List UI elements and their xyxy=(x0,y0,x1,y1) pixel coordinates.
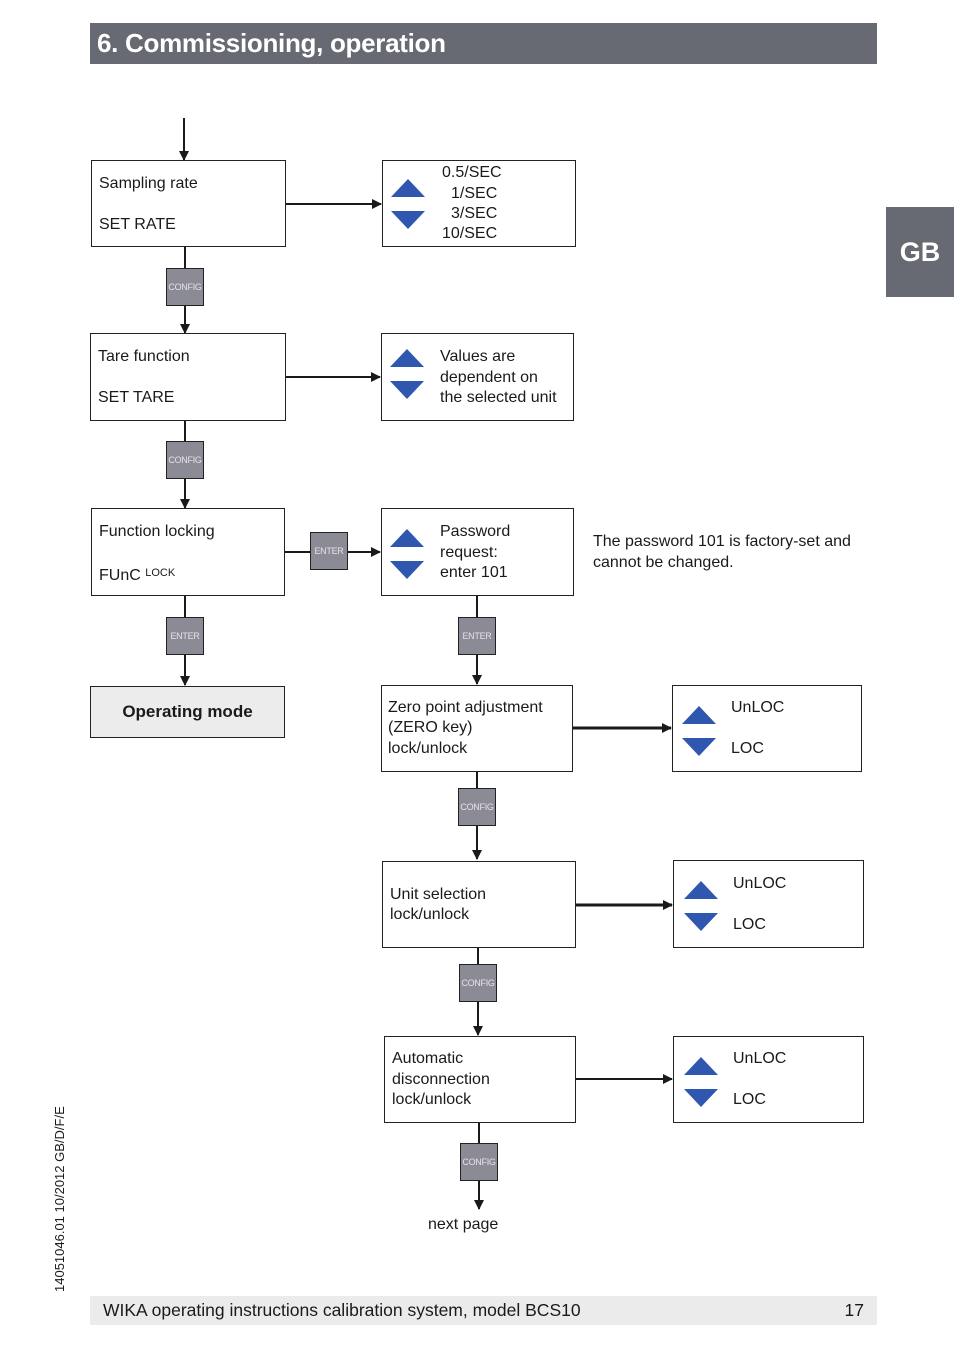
next-page-label: next page xyxy=(428,1216,499,1233)
auto-disconnect-options-box: UnLOC LOC xyxy=(673,1036,864,1123)
document-reference: 14051046.01 10/2012 GB/D/F/E xyxy=(52,1106,67,1292)
password-note: The password 101 is factory-set and cann… xyxy=(593,532,851,573)
zero-point-box: Zero point adjustment (ZERO key) lock/un… xyxy=(381,685,573,772)
tare-values-line: Values are xyxy=(440,348,516,365)
tare-function-box: Tare function SET TARE xyxy=(90,333,286,421)
arrow-down-icon xyxy=(684,913,718,931)
enter-key: ENTER xyxy=(458,617,496,655)
config-key: CONFIG xyxy=(459,964,497,1002)
function-locking-code: FUnC LOCK xyxy=(99,563,175,587)
config-key: CONFIG xyxy=(166,441,204,479)
arrow-up-icon xyxy=(682,706,716,724)
sampling-rate-box: Sampling rate SET RATE xyxy=(91,160,286,247)
tare-function-code: SET TARE xyxy=(98,389,175,406)
arrow-down-icon xyxy=(391,211,425,229)
arrow-up-icon xyxy=(391,179,425,197)
enter-key: ENTER xyxy=(166,617,204,655)
sampling-rate-label: Sampling rate xyxy=(99,175,198,192)
zero-point-line: Zero point adjustment xyxy=(388,699,543,716)
unit-selection-line: Unit selection xyxy=(390,886,487,903)
password-line: Password xyxy=(440,523,511,540)
page-number: 17 xyxy=(844,1300,864,1320)
password-note-line: cannot be changed. xyxy=(593,553,734,571)
arrow-down-icon xyxy=(684,1089,718,1107)
unlock-option: UnLOC xyxy=(733,1050,787,1067)
auto-disconnect-line: Automatic xyxy=(392,1050,464,1067)
password-line: request: xyxy=(440,544,498,561)
password-line: enter 101 xyxy=(440,564,508,581)
arrow-up-icon xyxy=(684,881,718,899)
unlock-option: UnLOC xyxy=(731,699,785,716)
option-item: 3/SEC xyxy=(451,205,498,222)
arrow-down-icon xyxy=(682,738,716,756)
option-item: 0.5/SEC xyxy=(442,164,502,181)
arrow-up-icon xyxy=(390,529,424,547)
tare-values-box: Values are dependent on the selected uni… xyxy=(381,333,574,421)
function-locking-label: Function locking xyxy=(99,523,215,540)
lock-option: LOC xyxy=(731,740,764,757)
zero-point-options-box: UnLOC LOC xyxy=(672,685,862,772)
sampling-rate-code: SET RATE xyxy=(99,216,176,233)
enter-key: ENTER xyxy=(310,532,348,570)
password-request-box: Password request: enter 101 xyxy=(381,508,574,596)
zero-point-line: lock/unlock xyxy=(388,740,468,757)
password-note-line: The password 101 is factory-set and xyxy=(593,533,851,550)
arrow-up-icon xyxy=(684,1057,718,1075)
option-item: 1/SEC xyxy=(451,185,498,202)
option-item: 10/SEC xyxy=(442,225,498,242)
unit-selection-line: lock/unlock xyxy=(390,906,470,923)
tare-values-line: the selected unit xyxy=(440,389,557,406)
lock-option: LOC xyxy=(733,1091,766,1108)
func-code-sup: LOCK xyxy=(145,567,176,579)
function-locking-box: Function locking FUnC LOCK xyxy=(91,508,285,596)
auto-disconnect-line: lock/unlock xyxy=(392,1091,472,1108)
config-key: CONFIG xyxy=(460,1143,498,1181)
tare-function-label: Tare function xyxy=(98,348,190,365)
unit-selection-options-box: UnLOC LOC xyxy=(673,860,864,948)
func-code-main: FUnC xyxy=(99,567,141,584)
arrow-up-icon xyxy=(390,349,424,367)
operating-mode-box: Operating mode xyxy=(90,686,285,738)
config-key: CONFIG xyxy=(166,268,204,306)
arrow-down-icon xyxy=(390,561,424,579)
lock-option: LOC xyxy=(733,916,766,933)
zero-point-line: (ZERO key) xyxy=(388,719,473,736)
config-key: CONFIG xyxy=(458,788,496,826)
tare-values-line: dependent on xyxy=(440,369,538,386)
unit-selection-box: Unit selection lock/unlock xyxy=(382,861,576,948)
footer-text: WIKA operating instructions calibration … xyxy=(103,1300,581,1320)
arrow-down-icon xyxy=(390,381,424,399)
sampling-options-box: 0.5/SEC 1/SEC 3/SEC 10/SEC xyxy=(382,160,576,247)
unlock-option: UnLOC xyxy=(733,875,787,892)
auto-disconnect-line: disconnection xyxy=(392,1071,490,1088)
page-footer: WIKA operating instructions calibration … xyxy=(90,1296,877,1325)
auto-disconnect-box: Automatic disconnection lock/unlock xyxy=(384,1036,576,1123)
